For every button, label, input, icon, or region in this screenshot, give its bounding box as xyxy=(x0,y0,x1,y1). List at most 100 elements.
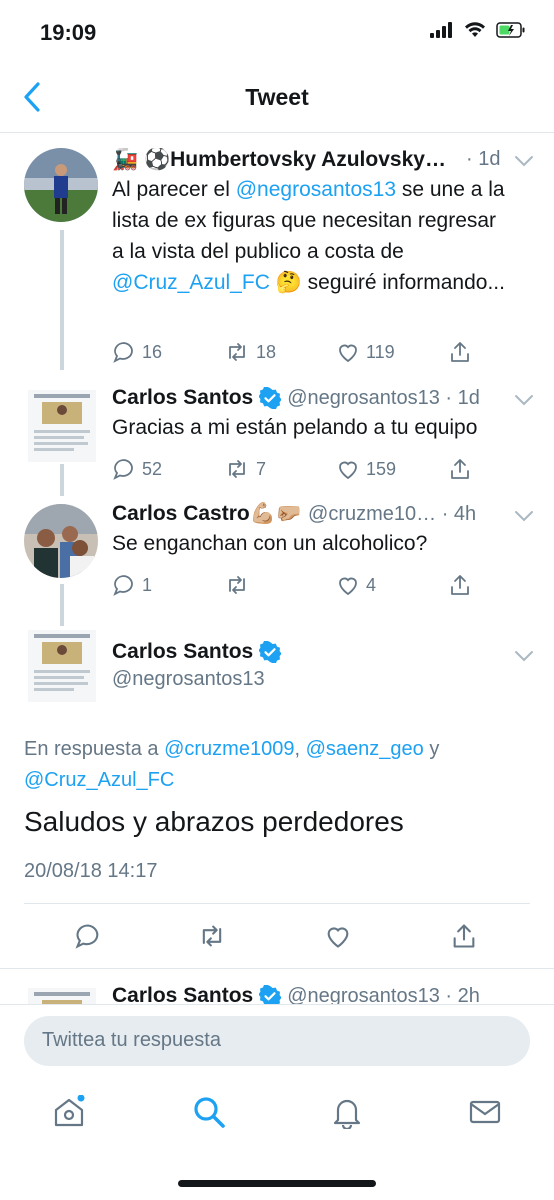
retweet-count: 18 xyxy=(256,341,277,362)
avatar[interactable] xyxy=(28,630,96,702)
like-count: 119 xyxy=(366,341,395,362)
mention-link[interactable]: @Cruz_Azul_FC xyxy=(112,271,270,294)
tweet-header: Carlos Castro💪🏼🤛🏼 @cruzme10… · 4h xyxy=(112,502,476,526)
mention-link[interactable]: @Cruz_Azul_FC xyxy=(24,769,174,791)
like-count: 4 xyxy=(366,574,377,595)
tweet-handle: @cruzme10… · 4h xyxy=(308,502,476,525)
tweet-body: Se enganchan con un alcoholico? xyxy=(112,532,428,555)
chevron-down-icon[interactable] xyxy=(514,650,534,662)
main-tweet-actions xyxy=(0,918,554,958)
tab-notifications[interactable] xyxy=(330,1095,364,1131)
like-count: 159 xyxy=(366,458,397,479)
page-title: Tweet xyxy=(245,84,309,110)
divider xyxy=(24,903,530,904)
retweet-button[interactable]: 18 xyxy=(224,340,336,364)
reply-button[interactable]: 1 xyxy=(112,573,224,597)
reply-context: En respuesta a @cruzme1009, @saenz_geo y… xyxy=(24,734,524,796)
tweet-header: Carlos Santos @negrosantos13 · 1d xyxy=(112,386,512,410)
divider xyxy=(0,968,554,969)
home-indicator xyxy=(178,1180,376,1187)
retweet-icon xyxy=(229,343,245,361)
verified-badge-icon xyxy=(259,985,282,1004)
avatar xyxy=(28,988,96,1004)
status-time: 19:09 xyxy=(40,20,97,45)
heart-icon xyxy=(339,344,357,363)
reply-button[interactable]: 16 xyxy=(112,340,224,364)
reply-count: 52 xyxy=(142,458,163,479)
chevron-down-icon[interactable] xyxy=(514,510,534,522)
tweet-author[interactable]: Carlos Castro💪🏼🤛🏼 xyxy=(112,502,302,526)
share-icon xyxy=(451,459,469,479)
share-button[interactable] xyxy=(448,340,554,364)
reply-count: 16 xyxy=(142,341,163,362)
tweet-handle: @negrosantos13 · 1d xyxy=(287,386,480,409)
tweet-handle: @negrosantos13 · 2h xyxy=(287,984,480,1005)
retweet-icon xyxy=(229,460,245,478)
tweet-header: Carlos Santos @negrosantos13 · 2h xyxy=(112,984,480,1004)
status-icons xyxy=(430,22,526,38)
tweet-handle[interactable]: @negrosantos13 xyxy=(112,668,265,691)
mention-link[interactable]: @negrosantos13 xyxy=(236,178,396,201)
tweet-body: Gracias a mi están pelando a tu equipo xyxy=(112,416,478,439)
wifi-icon xyxy=(465,22,485,37)
thread-line xyxy=(60,584,64,626)
battery-icon xyxy=(496,22,525,38)
divider xyxy=(0,132,554,133)
mention-link[interactable]: @saenz_geo xyxy=(306,738,424,760)
main-tweet-timestamp: 20/08/18 14:17 xyxy=(24,860,158,882)
main-tweet-text: Saludos y abrazos perdedores xyxy=(24,806,404,837)
search-icon xyxy=(194,1097,225,1128)
reply-separator: y xyxy=(423,738,440,760)
share-icon xyxy=(451,575,469,595)
reply-button[interactable]: 52 xyxy=(112,457,224,481)
tweet-actions: 52 7 159 xyxy=(112,457,554,481)
verified-badge-icon xyxy=(259,387,282,409)
share-button[interactable] xyxy=(448,457,554,481)
retweet-button[interactable] xyxy=(224,573,336,597)
avatar[interactable] xyxy=(24,504,98,578)
share-icon[interactable] xyxy=(450,922,478,950)
divider xyxy=(0,1004,554,1005)
retweet-button[interactable]: 7 xyxy=(224,457,336,481)
share-button[interactable] xyxy=(448,573,554,597)
heart-icon xyxy=(339,461,357,480)
comment-icon xyxy=(113,342,133,363)
tweet-time: · 1d xyxy=(466,148,501,170)
reply-prefix: En respuesta a xyxy=(24,738,165,760)
retweet-icon xyxy=(229,576,245,594)
mail-icon xyxy=(469,1100,501,1124)
tab-home[interactable] xyxy=(52,1094,86,1129)
like-button[interactable]: 4 xyxy=(336,573,448,597)
reply-input[interactable]: Twittea tu respuesta xyxy=(24,1016,530,1066)
signal-icon xyxy=(430,22,452,38)
tweet-text: 🤔 seguiré informando... xyxy=(269,271,505,294)
chevron-down-icon[interactable] xyxy=(514,155,534,167)
retweet-icon[interactable] xyxy=(196,922,228,950)
heart-icon[interactable] xyxy=(324,922,352,950)
like-button[interactable]: 159 xyxy=(336,457,448,481)
reply-count: 1 xyxy=(142,574,153,595)
tweet-actions: 16 18 119 xyxy=(112,340,554,364)
comment-icon[interactable] xyxy=(74,922,102,950)
thread-line xyxy=(60,230,64,370)
mention-link[interactable]: @cruzme1009 xyxy=(164,738,294,760)
avatar[interactable] xyxy=(24,148,98,222)
main-tweet-header: Carlos Santos xyxy=(112,640,282,664)
tweet-author[interactable]: Carlos Santos xyxy=(112,386,253,410)
tab-search[interactable] xyxy=(192,1095,226,1129)
next-tweet[interactable]: Carlos Santos @negrosantos13 · 2h xyxy=(0,976,554,1004)
tweet-author: Carlos Santos xyxy=(112,984,254,1004)
like-button[interactable]: 119 xyxy=(336,340,448,364)
tweet-actions: 1 4 xyxy=(112,573,554,597)
tweet-body: Al parecer el @negrosantos13 se une a la… xyxy=(112,174,512,298)
bell-icon xyxy=(333,1099,361,1131)
tweet-text: Al parecer el xyxy=(112,178,236,201)
share-icon xyxy=(451,342,469,362)
tweet-author[interactable]: Carlos Santos xyxy=(112,640,253,664)
chevron-down-icon[interactable] xyxy=(514,394,534,406)
tab-messages[interactable] xyxy=(468,1095,502,1129)
tweet-author[interactable]: 🚂 ⚽Humbertovsky Azulovsky… xyxy=(112,148,476,172)
heart-icon xyxy=(339,577,357,596)
avatar[interactable] xyxy=(28,390,96,462)
retweet-count: 7 xyxy=(256,458,267,479)
